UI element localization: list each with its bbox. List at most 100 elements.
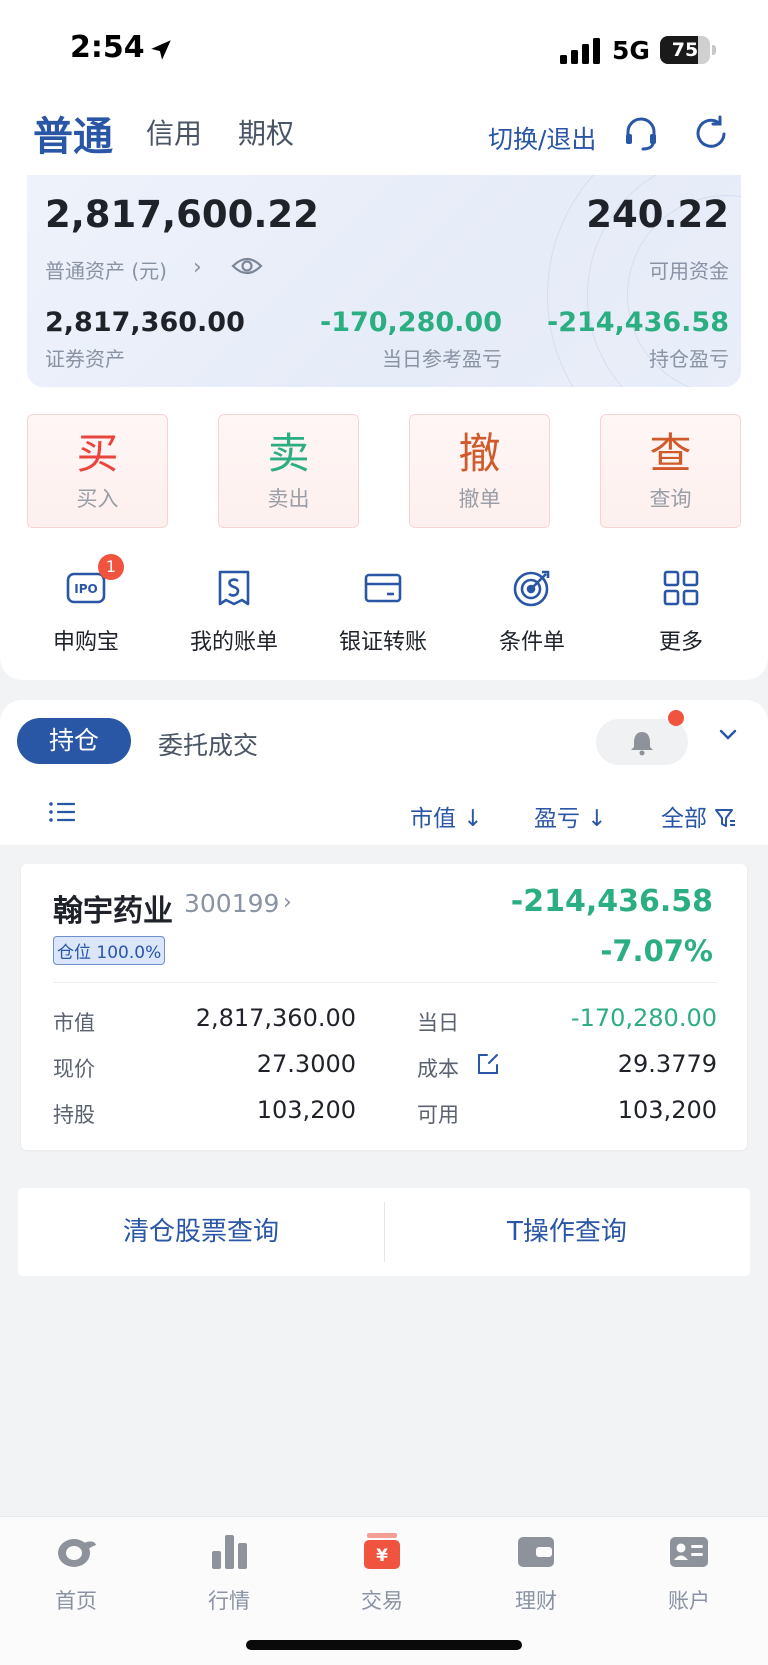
- query-label: 查询: [649, 487, 692, 511]
- query-button[interactable]: 查 查询: [600, 414, 741, 528]
- nav-home[interactable]: 首页: [16, 1529, 136, 1615]
- nav-wealth[interactable]: 理财: [476, 1529, 596, 1615]
- sell-button[interactable]: 卖 卖出: [218, 414, 359, 528]
- securities-assets-label: 证券资产: [45, 347, 125, 371]
- current-price: 27.3000: [256, 1050, 356, 1078]
- tool-ipo[interactable]: IPO 1 申购宝: [16, 554, 156, 656]
- bell-icon: [631, 732, 653, 756]
- tool-conditional-order[interactable]: 条件单: [462, 566, 602, 656]
- card-icon: [364, 573, 402, 603]
- tool-my-bill[interactable]: 我的账单: [164, 566, 304, 656]
- nav-market[interactable]: 行情: [169, 1529, 289, 1615]
- tool-more-label: 更多: [658, 630, 703, 655]
- headset-icon[interactable]: [621, 114, 661, 154]
- home-icon: [58, 1539, 96, 1567]
- refresh-icon[interactable]: [691, 114, 731, 154]
- buy-button[interactable]: 买 买入: [27, 414, 168, 528]
- available-funds-value: 240.22: [586, 193, 729, 236]
- account-icon: [670, 1537, 708, 1567]
- target-icon: [513, 570, 550, 607]
- status-time: 2:54: [70, 30, 145, 65]
- cancel-order-button[interactable]: 撤 撤单: [409, 414, 550, 528]
- nav-home-label: 首页: [55, 1589, 97, 1613]
- sell-label: 卖出: [267, 487, 310, 511]
- nav-trade-label: 交易: [361, 1589, 403, 1613]
- wallet-icon: [518, 1537, 554, 1567]
- sell-char: 卖: [267, 429, 310, 478]
- cancel-char: 撤: [458, 429, 501, 478]
- stock-code: 300199: [184, 889, 280, 918]
- grid-icon: [663, 570, 699, 606]
- tool-ipo-label: 申购宝: [52, 630, 119, 655]
- cost-price: 29.3779: [617, 1050, 717, 1078]
- svg-text:IPO: IPO: [74, 582, 97, 596]
- today-label: 当日: [417, 1011, 459, 1035]
- buy-char: 买: [76, 429, 119, 478]
- chevron-right-icon[interactable]: ›: [283, 890, 292, 915]
- home-indicator: [246, 1640, 522, 1650]
- current-price-label: 现价: [53, 1057, 95, 1081]
- tool-conditional-order-label: 条件单: [498, 630, 565, 655]
- holding-pl-label: 持仓盈亏: [649, 347, 729, 371]
- cost-label: 成本: [417, 1057, 459, 1081]
- tool-more[interactable]: 更多: [611, 566, 751, 656]
- holding-pl-value: -214,436.58: [546, 307, 729, 338]
- filter-all[interactable]: 全部: [661, 799, 736, 833]
- battery-icon: 75: [660, 36, 716, 64]
- total-assets-label[interactable]: 普通资产 (元): [45, 255, 167, 284]
- nav-wealth-label: 理财: [515, 1589, 557, 1613]
- trade-icon: ¥: [364, 1533, 400, 1569]
- edit-icon[interactable]: [476, 1052, 500, 1076]
- holding-card[interactable]: 翰宇药业 300199 › -214,436.58 仓位 100.0% -7.0…: [21, 864, 747, 1150]
- battery-level: 75: [671, 39, 699, 61]
- nav-trade[interactable]: ¥ 交易: [322, 1529, 442, 1615]
- filter-all-label: 全部: [661, 806, 707, 832]
- switch-logout-link[interactable]: 切换/退出: [488, 120, 596, 156]
- nav-account[interactable]: 账户: [629, 1529, 749, 1615]
- filter-icon: [715, 809, 736, 827]
- eye-icon[interactable]: [231, 253, 263, 279]
- market-value: 2,817,360.00: [195, 1004, 356, 1032]
- chevron-down-icon[interactable]: [718, 728, 738, 742]
- stock-pl-percent: -7.07%: [600, 934, 713, 968]
- day-pl-value: -170,280.00: [319, 307, 502, 338]
- cleared-stocks-query-button[interactable]: 清仓股票查询: [18, 1188, 384, 1276]
- list-view-icon[interactable]: [48, 800, 76, 824]
- chart-icon: [212, 1535, 247, 1569]
- t-operation-query-button[interactable]: T操作查询: [384, 1188, 750, 1276]
- ipo-badge: 1: [98, 554, 124, 580]
- nav-account-label: 账户: [668, 1589, 710, 1613]
- stock-pl: -214,436.58: [510, 884, 713, 919]
- shares-label: 持股: [53, 1103, 95, 1127]
- asset-summary-card: 2,817,600.22 普通资产 (元) › 240.22 可用资金 2,81…: [27, 175, 741, 387]
- tab-holdings[interactable]: 持仓: [17, 718, 131, 764]
- available-label: 可用: [417, 1103, 459, 1127]
- sort-pl[interactable]: 盈亏 ↓: [534, 799, 607, 833]
- tab-credit-account[interactable]: 信用: [146, 112, 202, 152]
- tool-bank-transfer[interactable]: 银证转账: [313, 566, 453, 656]
- tab-normal-account[interactable]: 普通: [33, 104, 113, 162]
- tool-my-bill-label: 我的账单: [189, 630, 278, 655]
- buy-label: 买入: [76, 487, 119, 511]
- tab-orders-trades[interactable]: 委托成交: [158, 726, 258, 762]
- total-assets-value: 2,817,600.22: [45, 193, 319, 236]
- network-type: 5G: [612, 36, 650, 65]
- divider: [53, 982, 717, 983]
- tool-bank-transfer-label: 银证转账: [338, 630, 427, 655]
- stock-name: 翰宇药业: [53, 894, 173, 929]
- position-ratio-badge: 仓位 100.0%: [53, 936, 166, 965]
- status-bar: 2:54 5G 75: [0, 0, 768, 100]
- chevron-right-icon[interactable]: ›: [193, 255, 202, 280]
- available-shares: 103,200: [617, 1096, 717, 1124]
- tab-options-account[interactable]: 期权: [238, 112, 294, 152]
- nav-market-label: 行情: [208, 1589, 250, 1613]
- cellular-signal-icon: [560, 38, 600, 64]
- today-pl: -170,280.00: [570, 1004, 717, 1032]
- alert-dot: [668, 710, 684, 726]
- sort-market-value[interactable]: 市值 ↓: [410, 799, 483, 833]
- available-funds-label: 可用资金: [649, 259, 729, 283]
- securities-assets-value: 2,817,360.00: [45, 307, 245, 338]
- cancel-label: 撤单: [458, 487, 501, 511]
- market-value-label: 市值: [53, 1011, 95, 1035]
- shares-held: 103,200: [256, 1096, 356, 1124]
